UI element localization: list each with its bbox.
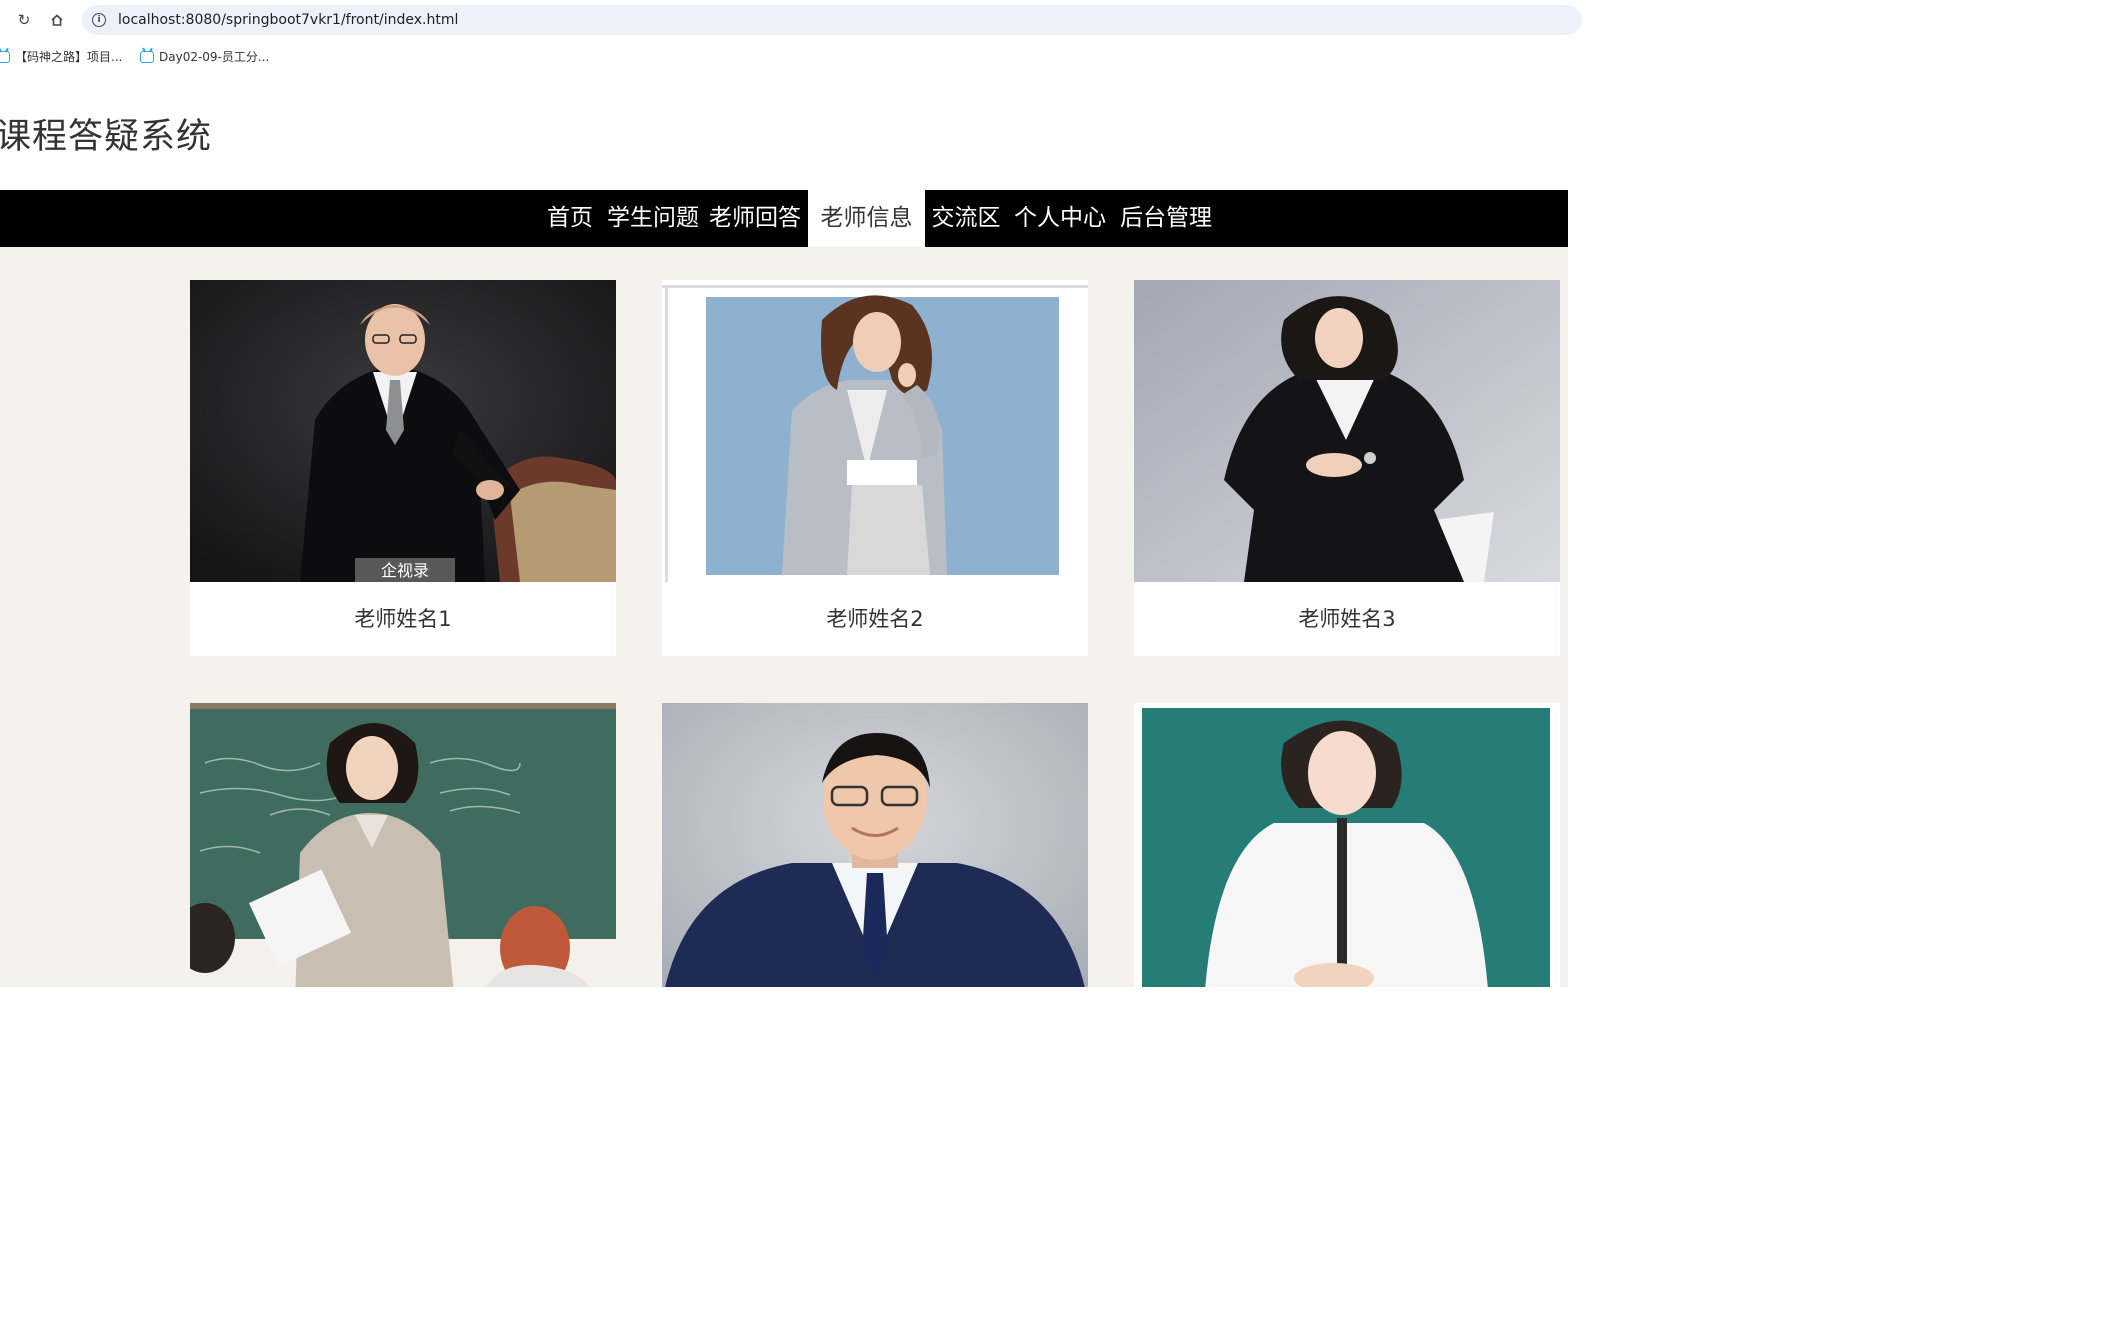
main-nav: 首页 学生问题 老师回答 老师信息 交流区 个人中心 后台管理 [0, 190, 1568, 247]
teacher-photo[interactable] [190, 703, 616, 987]
bookmark-item[interactable]: Day02-09-员工分... [140, 48, 269, 65]
bookmark-item[interactable]: 【码神之路】项目... [0, 48, 122, 65]
home-icon[interactable] [45, 8, 69, 32]
nav-item-admin[interactable]: 后台管理 [1114, 190, 1218, 247]
nav-item-personal-center[interactable]: 个人中心 [1008, 190, 1112, 247]
teacher-name[interactable]: 老师姓名3 [1134, 582, 1560, 656]
nav-item-student-questions[interactable]: 学生问题 [602, 190, 704, 247]
reload-icon[interactable]: ↻ [12, 8, 36, 32]
teacher-card[interactable] [1134, 703, 1560, 987]
teacher-card[interactable]: 老师姓名2 [662, 280, 1088, 656]
teacher-photo[interactable] [662, 703, 1088, 987]
photo-watermark: 企视录 [381, 561, 429, 580]
teacher-card[interactable]: 企视录 老师姓名1 [190, 280, 616, 656]
bilibili-icon [140, 50, 154, 63]
nav-item-teacher-info[interactable]: 老师信息 [808, 190, 925, 247]
address-bar[interactable]: i localhost:8080/springboot7vkr1/front/i… [82, 5, 1582, 35]
bookmarks-bar: 【码神之路】项目... Day02-09-员工分... [0, 40, 1568, 72]
teacher-photo[interactable] [1134, 703, 1560, 987]
teacher-photo[interactable] [662, 280, 1088, 582]
nav-item-teacher-answers[interactable]: 老师回答 [704, 190, 806, 247]
site-title: 课程答疑系统 [0, 117, 213, 157]
teacher-list: 企视录 老师姓名1 老师姓名2 老师姓名3 [0, 247, 1568, 987]
teacher-photo[interactable]: 企视录 [190, 280, 616, 582]
teacher-name[interactable]: 老师姓名2 [662, 582, 1088, 656]
bookmark-label: Day02-09-员工分... [159, 50, 270, 64]
teacher-card[interactable] [190, 703, 616, 987]
nav-item-home[interactable]: 首页 [540, 190, 600, 247]
bilibili-icon [0, 50, 10, 63]
teacher-photo[interactable] [1134, 280, 1560, 582]
nav-item-forum[interactable]: 交流区 [926, 190, 1006, 247]
site-info-icon[interactable]: i [92, 13, 106, 27]
teacher-card[interactable] [662, 703, 1088, 987]
teacher-card[interactable]: 老师姓名3 [1134, 280, 1560, 656]
browser-toolbar: ↻ i localhost:8080/springboot7vkr1/front… [0, 0, 1582, 40]
teacher-name[interactable]: 老师姓名1 [190, 582, 616, 656]
url-text[interactable]: localhost:8080/springboot7vkr1/front/ind… [118, 12, 458, 28]
bookmark-label: 【码神之路】项目... [15, 50, 123, 64]
